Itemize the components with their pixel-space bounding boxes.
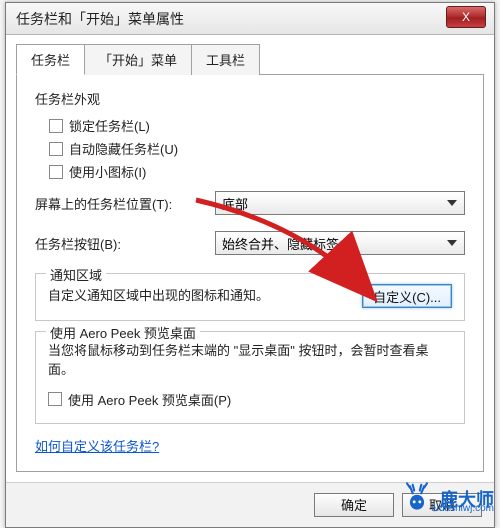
tab-toolbars[interactable]: 工具栏: [191, 44, 260, 75]
customize-button-label: 自定义(C)...: [373, 287, 441, 306]
buttons-row: 任务栏按钮(B): 始终合并、隐藏标签: [35, 223, 465, 263]
tab-taskbar[interactable]: 任务栏: [16, 44, 85, 75]
brand-url: ludashiwj.com: [431, 503, 494, 514]
window-title: 任务栏和「开始」菜单属性: [6, 9, 494, 29]
buttons-select[interactable]: 始终合并、隐藏标签: [215, 231, 465, 255]
customize-button[interactable]: 自定义(C)...: [362, 284, 452, 308]
buttons-label: 任务栏按钮(B):: [35, 234, 205, 253]
smallicons-label: 使用小图标(I): [69, 162, 146, 181]
dialog-window: 任务栏和「开始」菜单属性 X 任务栏 「开始」菜单 工具栏 任务栏外观 锁定任务…: [5, 2, 495, 528]
autohide-row[interactable]: 自动隐藏任务栏(U): [35, 137, 465, 160]
aero-peek-row[interactable]: 使用 Aero Peek 预览桌面(P): [48, 388, 452, 411]
ok-button-label: 确定: [341, 495, 367, 514]
position-label: 屏幕上的任务栏位置(T):: [35, 194, 205, 213]
position-select[interactable]: 底部: [215, 191, 465, 215]
lock-taskbar-label: 锁定任务栏(L): [69, 116, 150, 135]
ok-button[interactable]: 确定: [314, 493, 394, 517]
notify-desc: 自定义通知区域中出现的图标和通知。: [48, 287, 352, 306]
help-link-label: 如何自定义该任务栏?: [35, 439, 159, 454]
lock-taskbar-row[interactable]: 锁定任务栏(L): [35, 114, 465, 137]
smallicons-checkbox[interactable]: [49, 165, 63, 179]
tab-taskbar-label: 任务栏: [31, 53, 70, 68]
autohide-checkbox[interactable]: [49, 142, 63, 156]
close-icon: X: [462, 10, 470, 24]
tab-strip: 任务栏 「开始」菜单 工具栏: [16, 43, 484, 75]
aero-peek-checkbox[interactable]: [48, 392, 62, 406]
tab-startmenu[interactable]: 「开始」菜单: [84, 44, 192, 75]
aero-groupbox: 使用 Aero Peek 预览桌面 当您将鼠标移动到任务栏末端的 "显示桌面" …: [35, 331, 465, 424]
tab-toolbars-label: 工具栏: [206, 53, 245, 68]
notify-legend: 通知区域: [46, 265, 106, 284]
position-row: 屏幕上的任务栏位置(T): 底部: [35, 183, 465, 223]
notify-groupbox: 通知区域 自定义通知区域中出现的图标和通知。 自定义(C)...: [35, 273, 465, 321]
titlebar[interactable]: 任务栏和「开始」菜单属性 X: [6, 3, 494, 35]
position-value: 底部: [222, 194, 248, 213]
tab-startmenu-label: 「开始」菜单: [99, 53, 177, 68]
watermark-brand: 鹿大师 ludashiwj.com: [400, 482, 494, 516]
deer-icon: [400, 482, 434, 516]
tabpage-taskbar: 任务栏外观 锁定任务栏(L) 自动隐藏任务栏(U) 使用小图标(I) 屏幕上的任…: [16, 75, 484, 472]
lock-taskbar-checkbox[interactable]: [49, 119, 63, 133]
aero-desc: 当您将鼠标移动到任务栏末端的 "显示桌面" 按钮时，会暂时查看桌面。: [48, 342, 452, 380]
dialog-body: 任务栏 「开始」菜单 工具栏 任务栏外观 锁定任务栏(L) 自动隐藏任务栏(U)…: [6, 35, 494, 482]
aero-peek-label: 使用 Aero Peek 预览桌面(P): [68, 390, 231, 409]
chevron-down-icon: [444, 235, 460, 251]
chevron-down-icon: [444, 195, 460, 211]
help-link[interactable]: 如何自定义该任务栏?: [35, 436, 159, 455]
appearance-heading: 任务栏外观: [35, 89, 465, 108]
aero-legend: 使用 Aero Peek 预览桌面: [46, 323, 200, 342]
smallicons-row[interactable]: 使用小图标(I): [35, 160, 465, 183]
close-button[interactable]: X: [446, 6, 486, 28]
buttons-value: 始终合并、隐藏标签: [222, 234, 339, 253]
autohide-label: 自动隐藏任务栏(U): [69, 139, 178, 158]
